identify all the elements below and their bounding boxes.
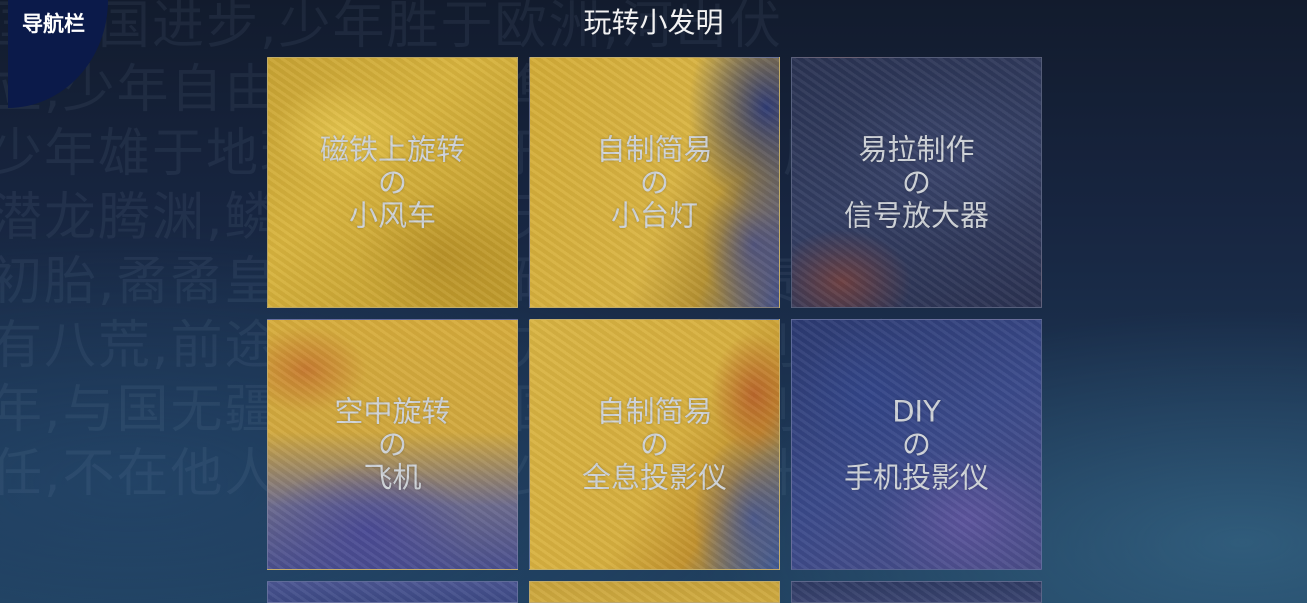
card-title: 易拉制作 [858, 132, 975, 166]
card-connector: の [377, 165, 407, 199]
card-connector: の [639, 165, 669, 199]
card-title: 自制简易 [596, 394, 713, 428]
invention-card[interactable]: 磁铁上旋转 の 小风车 [267, 57, 518, 308]
invention-card-partial[interactable] [791, 581, 1042, 603]
card-caption: 磁铁上旋转 の 小风车 [268, 133, 517, 232]
card-caption: 易拉制作 の 信号放大器 [792, 133, 1041, 232]
invention-card-partial[interactable] [267, 581, 518, 603]
card-subtitle: 信号放大器 [843, 198, 989, 232]
card-subtitle: 小台灯 [610, 198, 698, 232]
nav-toggle-label[interactable]: 导航栏 [22, 8, 85, 38]
invention-card[interactable]: 自制简易 の 小台灯 [529, 57, 780, 308]
card-subtitle: 小风车 [348, 198, 436, 232]
card-caption: 自制简易 の 全息投影仪 [530, 395, 779, 494]
card-caption: 自制简易 の 小台灯 [530, 133, 779, 232]
card-caption: 空中旋转 の 飞机 [268, 395, 517, 494]
card-subtitle: 全息投影仪 [581, 460, 727, 494]
card-subtitle: 飞机 [363, 460, 422, 494]
card-connector: の [639, 427, 669, 461]
invention-card[interactable]: 易拉制作 の 信号放大器 [791, 57, 1042, 308]
card-title: DIY [892, 394, 941, 428]
card-caption: DIY の 手机投影仪 [792, 395, 1041, 494]
invention-card-partial[interactable] [529, 581, 780, 603]
invention-card[interactable]: 空中旋转 の 飞机 [267, 319, 518, 570]
card-connector: の [377, 427, 407, 461]
card-subtitle: 手机投影仪 [843, 460, 989, 494]
card-title: 磁铁上旋转 [319, 132, 465, 166]
page-title: 玩转小发明 [583, 6, 724, 39]
card-title: 自制简易 [596, 132, 713, 166]
invention-card[interactable]: DIY の 手机投影仪 [791, 319, 1042, 570]
card-connector: の [901, 427, 931, 461]
invention-card[interactable]: 自制简易 の 全息投影仪 [529, 319, 780, 570]
card-title: 空中旋转 [334, 394, 451, 428]
card-connector: の [901, 165, 931, 199]
